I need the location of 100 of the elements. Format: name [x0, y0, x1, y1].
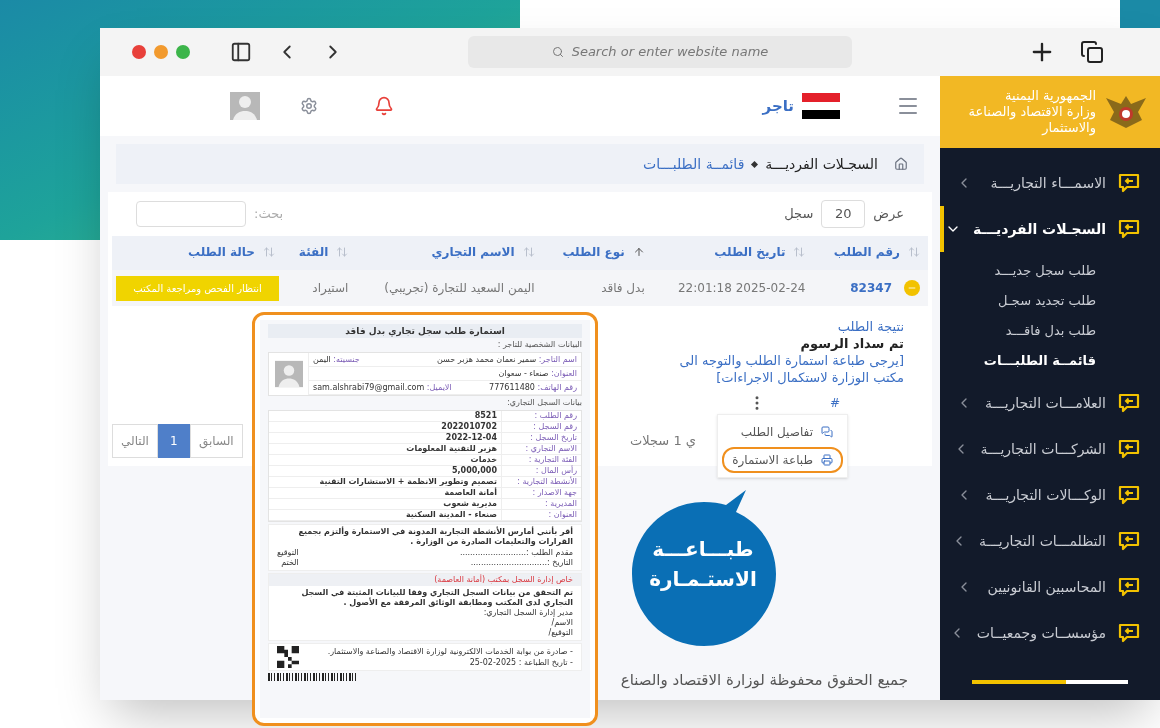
column-header[interactable]: تاريخ الطلب: [652, 236, 814, 270]
address-bar[interactable]: Search or enter website name: [468, 36, 852, 68]
sidebar-subitem[interactable]: طلب تجديد سجـل: [940, 286, 1096, 316]
qr-code-icon: [277, 646, 299, 668]
arrow-bubble-icon: [1118, 393, 1140, 413]
next-page-button[interactable]: التالي: [112, 424, 158, 458]
form-label: رأس المال :: [501, 466, 581, 476]
column-header[interactable]: رقم الطلب: [813, 236, 928, 270]
arrow-bubble-icon: [1118, 219, 1140, 239]
form-field: العنوان: صنعاء - سعوان: [313, 368, 577, 379]
sort-icon: [263, 246, 275, 258]
sidebar-subitem[interactable]: قائمــة الطلبـــات: [940, 346, 1096, 376]
callout-text: الاستـمـارة: [649, 566, 757, 593]
column-header[interactable]: حالة الطلب: [112, 236, 283, 270]
table-cell: 2025-02-24 22:01:18: [677, 281, 806, 295]
office-field: التوقيع/: [277, 628, 573, 638]
show-label: عرض: [873, 205, 904, 224]
office-field: مدير إدارة السجل التجاري:: [277, 608, 573, 618]
menu-item[interactable]: طباعة الاستمارة: [722, 447, 843, 473]
form-label: تاريخ السجل :: [501, 433, 581, 443]
page-size-field[interactable]: 20: [821, 200, 866, 228]
ministry-name-line: والاستثمار: [1040, 120, 1096, 137]
office-heading: خاص إدارة السجل بمكتب (أمانة العاصمة): [269, 574, 581, 586]
previous-page-button[interactable]: السابق: [189, 424, 243, 458]
address-placeholder: Search or enter website name: [571, 43, 769, 62]
signature-label: التوقيع: [277, 548, 299, 558]
sort-icon: [522, 246, 535, 258]
settings-icon[interactable]: [300, 97, 318, 115]
arrow-bubble-icon: [1118, 531, 1140, 551]
form-value: 2022-12-04: [444, 433, 498, 443]
table-cell: اليمن السعيد للتجارة (تجريبي): [384, 281, 535, 295]
ministry-name-line: وزارة الاقتصاد والصناعة: [968, 103, 1096, 121]
chat-icon: [821, 426, 833, 438]
sidebar-item-label: الشركـــات التجاريـــة: [980, 439, 1106, 460]
arrow-bubble-icon: [1118, 623, 1140, 643]
form-value: 8521: [473, 411, 498, 421]
hash-label: #: [829, 395, 840, 412]
result-text: تم سداد الرسوم: [799, 335, 904, 352]
column-header[interactable]: الفئة: [283, 236, 357, 270]
sidebar-subitem[interactable]: طلب بدل فاقـــد: [940, 316, 1096, 346]
sort-icon: [908, 246, 920, 258]
row-toggle[interactable]: [904, 279, 920, 296]
signature-line: مقدم الطلب :..........................: [459, 548, 573, 558]
form-value: 2022010702: [440, 422, 498, 432]
table-cell: بدل فاقد: [601, 281, 645, 295]
sidebar-item-label: مؤسســات وجمعيــات: [976, 623, 1106, 644]
sidebar-item-label: التظلمـــات التجاريـــة: [979, 531, 1106, 552]
form-label: الأنشطة التجارية :: [501, 477, 581, 487]
office-field: الاسم/: [277, 618, 573, 628]
barcode-icon: [268, 673, 358, 681]
form-value: صنعاء - المدينة السكنية: [404, 510, 498, 520]
form-value: تصميم وتطوير الانظمة + الاستشارات التقنية: [318, 477, 498, 487]
status-badge: انتظار الفحص ومراجعة المكتب: [116, 275, 279, 301]
column-header[interactable]: الاسم التجاري: [356, 236, 543, 270]
arrow-bubble-icon: [1118, 439, 1140, 459]
sidebar-item-label: الوكـــالات التجاريـــة: [984, 485, 1106, 506]
search-field[interactable]: [136, 201, 246, 227]
signature-line: التاريخ :..............................: [469, 558, 573, 568]
menu-item[interactable]: تفاصيل الطلب: [722, 419, 843, 445]
breadcrumb-link[interactable]: قائمــة الطلبـــات: [642, 153, 745, 175]
sidebar-subitem[interactable]: طلب سجل جديـــد: [940, 256, 1096, 286]
sidebar-item[interactable]: العلامـــات التجاريـــة: [940, 380, 1160, 426]
sidebar-item[interactable]: السجـلات الفرديـــة: [940, 206, 1160, 252]
notification-bell-icon[interactable]: [374, 96, 394, 116]
tabs-overview-icon[interactable]: [1080, 40, 1104, 64]
form-label: العنوان :: [501, 510, 581, 520]
signature-label: الختم: [280, 558, 299, 568]
form-label: المديرية :: [501, 499, 581, 509]
footer-note: - صادرة من بوابة الخدمات الالكترونية لوزارة الاقتصاد والصناعة والاستثمار.: [326, 646, 573, 657]
form-label: الاسم التجاري :: [501, 444, 581, 454]
sidebar-item-label: المحاسبين القانونيين: [986, 577, 1106, 598]
copyright-text: جميع الحقوق محفوظة لوزارة الاقتصاد والصناع: [620, 669, 908, 691]
form-title: استمارة طلب سجل تجاري بدل فاقد: [268, 324, 582, 338]
home-icon[interactable]: [894, 157, 908, 171]
page-button[interactable]: 1: [157, 424, 190, 458]
sidebar-item[interactable]: مؤسســات وجمعيــات: [940, 610, 1160, 656]
table-cell-text: 82347: [850, 279, 892, 297]
sidebar-item-label: الاسمـــاء التجاريـــة: [989, 173, 1106, 194]
records-label: سجل: [784, 205, 814, 224]
section-heading: بيانات السجل التجاري:: [506, 398, 582, 408]
form-value: خدمات: [469, 455, 498, 465]
verification-text: تم التحقق من بيانات السجل التجاري وفقا للبيانات المثبتة في السجل التجاري لدى المكتب ومطابقة الوثائق المرفقة مع الأصول .: [300, 588, 573, 608]
sort-icon: [793, 246, 806, 258]
sidebar-item[interactable]: المحاسبين القانونيين: [940, 564, 1160, 610]
breadcrumb-link[interactable]: السجـلات الفرديـــة: [765, 153, 878, 175]
section-heading: البيانات الشخصية للتاجر :: [496, 340, 582, 350]
sidebar-item[interactable]: الاسمـــاء التجاريـــة: [940, 160, 1160, 206]
declaration-text: أقر بأنني أمارس الأنشطة التجارية المدونة في الاستمارة وألتزم بجميع القرارات والتعليمات الصادرة من الوزارة .: [297, 527, 573, 547]
sidebar-toggle-icon[interactable]: [230, 41, 252, 63]
user-type-label: تاجر: [762, 95, 794, 117]
sidebar-item[interactable]: الشركـــات التجاريـــة: [940, 426, 1160, 472]
search-label: بحث:: [254, 205, 284, 224]
flag-icon: [802, 93, 840, 119]
search-icon: [551, 46, 564, 58]
sidebar-item-label: العلامـــات التجاريـــة: [984, 393, 1106, 414]
column-header[interactable]: نوع الطلب: [542, 236, 653, 270]
form-value: أمانة العاصمة: [443, 488, 498, 498]
sidebar-item[interactable]: التظلمـــات التجاريـــة: [940, 518, 1160, 564]
sidebar-item[interactable]: الوكـــالات التجاريـــة: [940, 472, 1160, 518]
form-label: جهة الاصدار :: [501, 488, 581, 498]
